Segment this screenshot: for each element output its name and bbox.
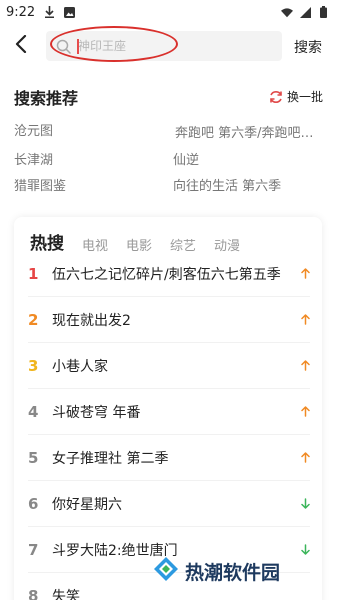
hot-list-item[interactable]: 4 斗破苍穹 年番	[28, 389, 310, 435]
hot-list-item[interactable]: 5 女子推理社 第二季	[28, 435, 310, 481]
hot-title: 女子推理社 第二季	[52, 450, 169, 467]
hot-rank: 5	[28, 448, 39, 467]
signal-icon	[299, 6, 311, 18]
hot-rank: 8	[28, 586, 39, 600]
trend-up-icon	[300, 405, 310, 417]
wifi-icon	[281, 6, 293, 18]
search-page: 9:22 神印王座 搜索 搜索推荐 换一批 沧元图 奔跑吧 第六季/奔跑吧… 长…	[0, 0, 337, 600]
recommendations-title: 搜索推荐	[14, 89, 79, 108]
watermark: 热潮软件园	[153, 556, 280, 586]
trend-down-icon	[300, 497, 310, 509]
search-box[interactable]	[46, 31, 282, 61]
text-cursor	[77, 39, 79, 54]
hot-rank: 6	[28, 494, 39, 513]
trend-none-icon	[300, 589, 310, 600]
watermark-text: 热潮软件园	[185, 561, 281, 584]
trend-up-icon	[300, 359, 310, 371]
hot-rank: 1	[28, 264, 39, 283]
refresh-icon	[269, 90, 283, 104]
recommendation-item[interactable]: 向往的生活 第六季	[173, 175, 323, 194]
hot-search-card: 热搜 电视 电影 综艺 动漫 1 伍六七之记忆碎片/刺客伍六七第五季 2 现在就…	[14, 217, 322, 600]
hot-rank: 7	[28, 540, 39, 559]
recommendation-item[interactable]: 沧元图	[14, 120, 154, 139]
hot-list-item[interactable]: 3 小巷人家	[28, 343, 310, 389]
hot-rank: 4	[28, 402, 39, 421]
hot-rank: 2	[28, 310, 39, 329]
back-arrow-icon	[15, 34, 27, 57]
back-button[interactable]	[10, 34, 32, 57]
hot-title: 伍六七之记忆碎片/刺客伍六七第五季	[52, 266, 281, 283]
recommendation-item[interactable]: 猎罪图鉴	[14, 175, 154, 194]
refresh-button[interactable]: 换一批	[269, 88, 323, 105]
recommendation-item[interactable]: 仙逆	[173, 149, 323, 168]
trend-up-icon	[300, 313, 310, 325]
watermark-logo-icon	[153, 556, 179, 586]
search-icon	[56, 38, 72, 54]
hot-title: 小巷人家	[52, 358, 108, 375]
status-time: 9:22	[6, 4, 36, 20]
hot-title: 你好星期六	[52, 496, 122, 513]
search-input[interactable]	[78, 39, 228, 53]
trend-down-icon	[300, 543, 310, 555]
status-right-icons	[281, 6, 329, 18]
image-notification-icon	[63, 6, 75, 18]
search-header: 搜索	[0, 26, 337, 64]
recommendation-item[interactable]: 长津湖	[14, 149, 154, 168]
status-left-icons	[43, 6, 75, 18]
hot-list-item[interactable]: 6 你好星期六	[28, 481, 310, 527]
hot-list-item[interactable]: 1 伍六七之记忆碎片/刺客伍六七第五季	[28, 251, 310, 297]
recommendation-item[interactable]: 奔跑吧 第六季/奔跑吧…	[175, 122, 325, 141]
hot-title: 失笑	[52, 588, 80, 600]
hot-list-item[interactable]: 2 现在就出发2	[28, 297, 310, 343]
hot-title: 斗破苍穹 年番	[52, 404, 141, 421]
hot-rank: 3	[28, 356, 39, 375]
trend-up-icon	[300, 451, 310, 463]
battery-icon	[317, 6, 329, 18]
download-icon	[43, 6, 55, 18]
refresh-label: 换一批	[287, 90, 324, 104]
trend-up-icon	[300, 267, 310, 279]
hot-title: 现在就出发2	[52, 312, 131, 329]
status-bar: 9:22	[0, 0, 337, 24]
search-submit-button[interactable]: 搜索	[294, 37, 322, 57]
